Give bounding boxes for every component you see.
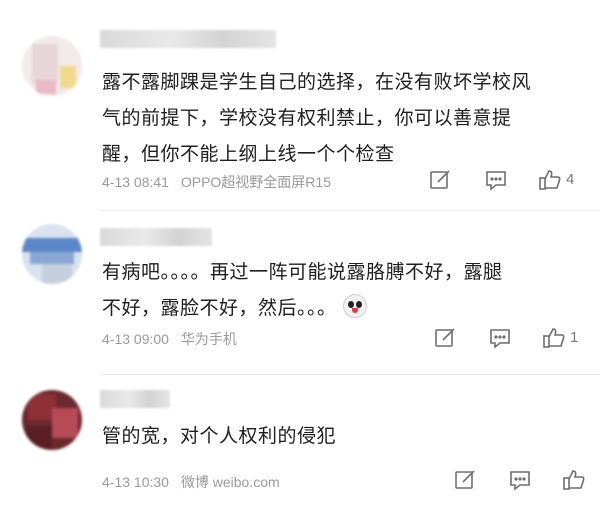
comment-text-line: 气的前提下，学校没有权利禁止，你可以善意提 (102, 107, 512, 129)
username-blurred[interactable] (100, 228, 212, 246)
avatar[interactable] (22, 390, 82, 450)
comment-text-line: 露不露脚踝是学生自己的选择，在没有败坏学校风 (102, 71, 532, 93)
comment-text: 管的宽，对个人权利的侵犯 (102, 418, 572, 454)
timestamp: 4-13 10:30 (102, 474, 169, 490)
comment-icon[interactable] (484, 168, 508, 192)
emoji-face-icon (343, 294, 368, 318)
timestamp: 4-13 09:00 (102, 331, 169, 347)
comment-meta: 4-13 09:00 华为手机 (102, 329, 245, 349)
comment-text: 露不露脚踝是学生自己的选择，在没有败坏学校风 气的前提下，学校没有权利禁止，你可… (102, 64, 572, 172)
username-blurred[interactable] (100, 30, 276, 48)
comment-item-3: 管的宽，对个人权利的侵犯 4-13 10:30 微博 weibo.com (0, 374, 600, 516)
thumbs-up-icon[interactable] (542, 326, 566, 350)
avatar[interactable] (22, 224, 82, 284)
comment-item-2: 有病吧。。。。再过一阵可能说露胳膊不好，露腿 不好，露脸不好，然后。。。 4-1… (0, 210, 600, 370)
comment-text-row: 不好，露脸不好，然后。。。 (102, 290, 572, 326)
comment-meta: 4-13 10:30 微博 weibo.com (102, 472, 288, 492)
comment-meta: 4-13 08:41 OPPO超视野全面屏R15 (102, 172, 339, 192)
comment-icon[interactable] (488, 326, 512, 350)
username-blurred[interactable] (100, 390, 170, 408)
like-count: 1 (570, 329, 579, 346)
thumbs-up-icon[interactable] (538, 168, 562, 192)
source-device: 微博 weibo.com (180, 474, 280, 490)
comment-item-1: 露不露脚踝是学生自己的选择，在没有败坏学校风 气的前提下，学校没有权利禁止，你可… (0, 0, 600, 200)
edit-icon[interactable] (433, 326, 457, 350)
edit-icon[interactable] (428, 168, 452, 192)
comment-text-line: 不好，露脸不好，然后。。。 (102, 297, 337, 319)
edit-icon[interactable] (453, 468, 477, 492)
timestamp: 4-13 08:41 (102, 174, 169, 190)
avatar[interactable] (22, 36, 82, 96)
source-device: OPPO超视野全面屏R15 (180, 174, 331, 190)
comment-text-line: 管的宽，对个人权利的侵犯 (102, 425, 337, 447)
comment-text: 有病吧。。。。再过一阵可能说露胳膊不好，露腿 不好，露脸不好，然后。。。 (102, 254, 572, 326)
source-device: 华为手机 (180, 331, 237, 347)
comment-text-line: 有病吧。。。。再过一阵可能说露胳膊不好，露腿 (102, 261, 503, 283)
comment-text-line: 醒，但你不能上纲上线一个个检查 (102, 143, 395, 165)
comment-icon[interactable] (508, 468, 532, 492)
thumbs-up-icon[interactable] (562, 468, 586, 492)
like-count: 4 (566, 171, 575, 188)
